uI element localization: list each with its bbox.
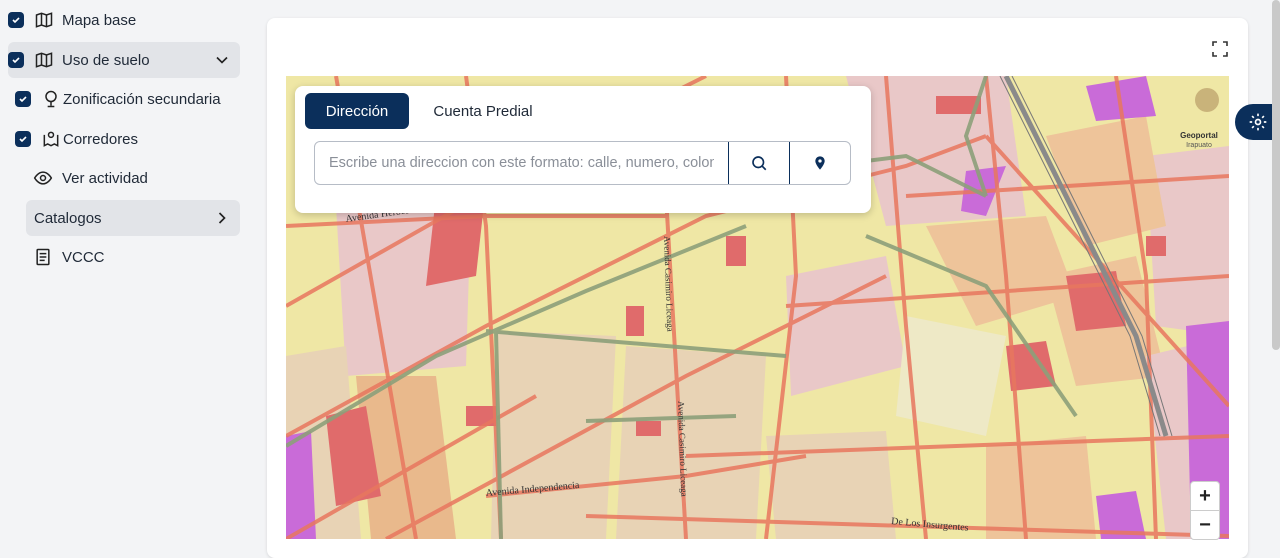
map-icon bbox=[34, 10, 54, 30]
locate-button[interactable] bbox=[789, 142, 850, 184]
fullscreen-icon[interactable] bbox=[1211, 40, 1229, 58]
vccc-label: VCCC bbox=[62, 248, 105, 266]
search-button[interactable] bbox=[728, 142, 789, 184]
eye-icon bbox=[33, 168, 53, 188]
layer-label: Corredores bbox=[63, 130, 139, 148]
layer-label: Mapa base bbox=[62, 11, 137, 29]
checkbox-uso-de-suelo[interactable] bbox=[8, 52, 24, 68]
layer-label: Zonificación secundaria bbox=[63, 90, 221, 108]
checkbox-mapa-base[interactable] bbox=[8, 12, 24, 28]
catalogos-label: Catalogos bbox=[34, 209, 102, 227]
checkbox-corredores[interactable] bbox=[15, 131, 31, 147]
pin-icon bbox=[41, 89, 61, 109]
document-icon bbox=[33, 247, 53, 267]
map-pin-icon bbox=[41, 129, 61, 149]
checkbox-zonificacion[interactable] bbox=[15, 91, 31, 107]
page-scrollbar[interactable] bbox=[1272, 0, 1280, 350]
layer-zonificacion-secundaria[interactable]: Zonificación secundaria bbox=[15, 81, 245, 117]
sidebar: Mapa base Uso de suelo Zonificación secu… bbox=[0, 0, 250, 539]
geoportal-logo-icon bbox=[1195, 88, 1219, 112]
logo-title: Geoportal bbox=[1180, 131, 1218, 140]
location-pin-icon bbox=[815, 156, 825, 170]
gear-icon bbox=[1249, 113, 1266, 131]
logo-subtitle: Irapuato bbox=[1186, 142, 1212, 149]
ver-actividad-label: Ver actividad bbox=[62, 169, 148, 187]
address-search-box bbox=[314, 141, 851, 185]
search-icon bbox=[752, 156, 767, 171]
zoom-out-button[interactable]: − bbox=[1191, 511, 1219, 539]
vccc-item[interactable]: VCCC bbox=[33, 239, 243, 275]
layer-mapa-base[interactable]: Mapa base bbox=[8, 2, 240, 38]
layer-corredores[interactable]: Corredores bbox=[15, 121, 245, 157]
layer-uso-de-suelo[interactable]: Uso de suelo bbox=[8, 42, 240, 78]
zoom-control: + − bbox=[1190, 481, 1220, 540]
layer-label: Uso de suelo bbox=[62, 51, 150, 69]
map-icon bbox=[34, 50, 54, 70]
tab-direccion[interactable]: Dirección bbox=[305, 93, 409, 129]
chevron-down-icon[interactable] bbox=[212, 50, 232, 70]
ver-actividad[interactable]: Ver actividad bbox=[33, 160, 243, 196]
zoom-in-button[interactable]: + bbox=[1191, 482, 1219, 511]
tab-cuenta-predial[interactable]: Cuenta Predial bbox=[423, 93, 543, 129]
chevron-right-icon bbox=[212, 208, 232, 228]
address-search-input[interactable] bbox=[315, 142, 728, 184]
search-panel: Dirección Cuenta Predial bbox=[295, 86, 871, 213]
catalogos-menu[interactable]: Catalogos bbox=[26, 200, 240, 236]
